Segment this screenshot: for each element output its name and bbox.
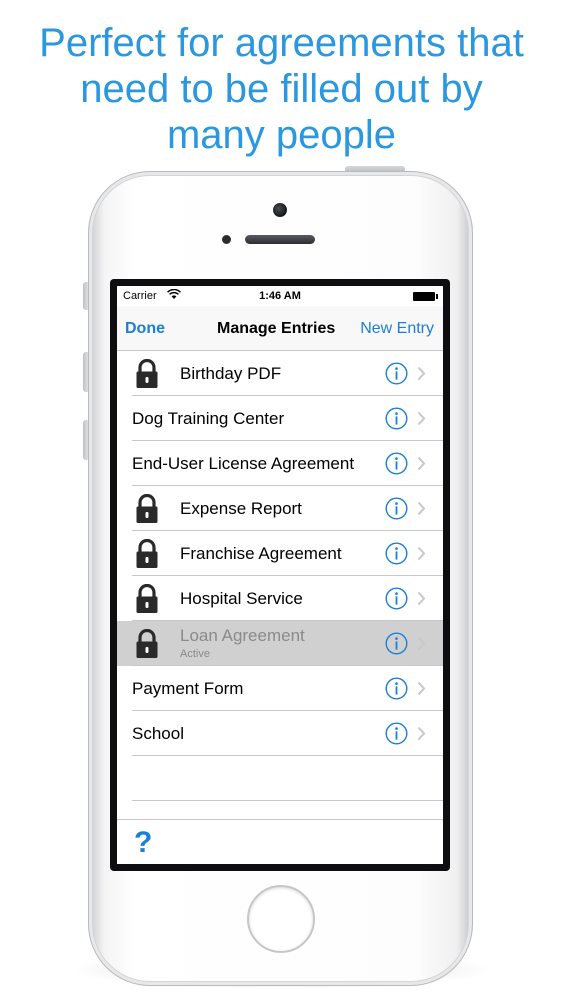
info-icon[interactable] [385, 452, 408, 475]
list-item-label: Expense Report [180, 499, 302, 518]
status-bar: Carrier 1:46 AM [117, 286, 443, 306]
bottom-toolbar: ? [117, 819, 443, 864]
list-item[interactable]: Loan Agreement Active [117, 621, 443, 666]
chevron-right-icon [417, 366, 426, 381]
info-icon[interactable] [385, 362, 408, 385]
chevron-right-icon [417, 591, 426, 606]
help-icon[interactable]: ? [134, 826, 152, 860]
list-item[interactable]: Hospital Service [117, 576, 443, 621]
list-item-label: Hospital Service [180, 589, 303, 608]
chevron-right-icon [417, 501, 426, 516]
done-button[interactable]: Done [125, 320, 165, 338]
list-item-label: Dog Training Center [132, 409, 285, 428]
chevron-right-icon [417, 636, 426, 651]
info-icon[interactable] [385, 407, 408, 430]
navigation-bar: Done Manage Entries New Entry [117, 306, 443, 351]
info-icon[interactable] [385, 587, 408, 610]
list-item-label: End-User License Agreement [132, 454, 355, 473]
home-button[interactable] [247, 885, 315, 953]
list-item-status: Active [180, 648, 210, 660]
lock-icon [135, 583, 159, 614]
headline-line-1: Perfect for agreements that [39, 21, 524, 65]
empty-row [117, 756, 443, 801]
headline-line-2: need to be filled out by [80, 67, 483, 111]
proximity-sensor [222, 235, 231, 244]
chevron-right-icon [417, 411, 426, 426]
list-item-label: Loan Agreement [180, 626, 305, 645]
headline: Perfect for agreements that need to be f… [0, 20, 563, 158]
list-item[interactable]: Dog Training Center [117, 396, 443, 441]
status-time: 1:46 AM [259, 290, 301, 302]
front-camera [273, 203, 287, 217]
row-separator [132, 800, 443, 801]
lock-icon [135, 493, 159, 524]
lock-icon [135, 358, 159, 389]
lock-icon [135, 628, 159, 659]
list-item-label: Franchise Agreement [180, 544, 342, 563]
new-entry-button[interactable]: New Entry [360, 320, 434, 338]
list-item-label: School [132, 724, 184, 743]
headline-line-3: many people [166, 113, 397, 157]
list-item[interactable]: End-User License Agreement [117, 441, 443, 486]
list-item[interactable]: Birthday PDF [117, 351, 443, 396]
entries-list: Birthday PDF Dog Training Center End-User … [117, 351, 443, 801]
list-item[interactable]: Franchise Agreement [117, 531, 443, 576]
lock-icon [135, 538, 159, 569]
list-item-label: Payment Form [132, 679, 244, 698]
chevron-right-icon [417, 546, 426, 561]
chevron-right-icon [417, 456, 426, 471]
chevron-right-icon [417, 726, 426, 741]
chevron-right-icon [417, 681, 426, 696]
page-title: Manage Entries [217, 320, 336, 337]
earpiece-speaker [245, 235, 315, 244]
phone-screen: Carrier 1:46 AM Done Manage Entries New … [117, 286, 443, 864]
info-icon[interactable] [385, 677, 408, 700]
battery-icon [413, 292, 438, 301]
list-item-label: Birthday PDF [180, 364, 282, 383]
list-item[interactable]: Payment Form [117, 666, 443, 711]
info-icon[interactable] [385, 542, 408, 565]
info-icon[interactable] [385, 632, 408, 655]
info-icon[interactable] [385, 722, 408, 745]
list-item[interactable]: Expense Report [117, 486, 443, 531]
info-icon[interactable] [385, 497, 408, 520]
list-item[interactable]: School [117, 711, 443, 756]
